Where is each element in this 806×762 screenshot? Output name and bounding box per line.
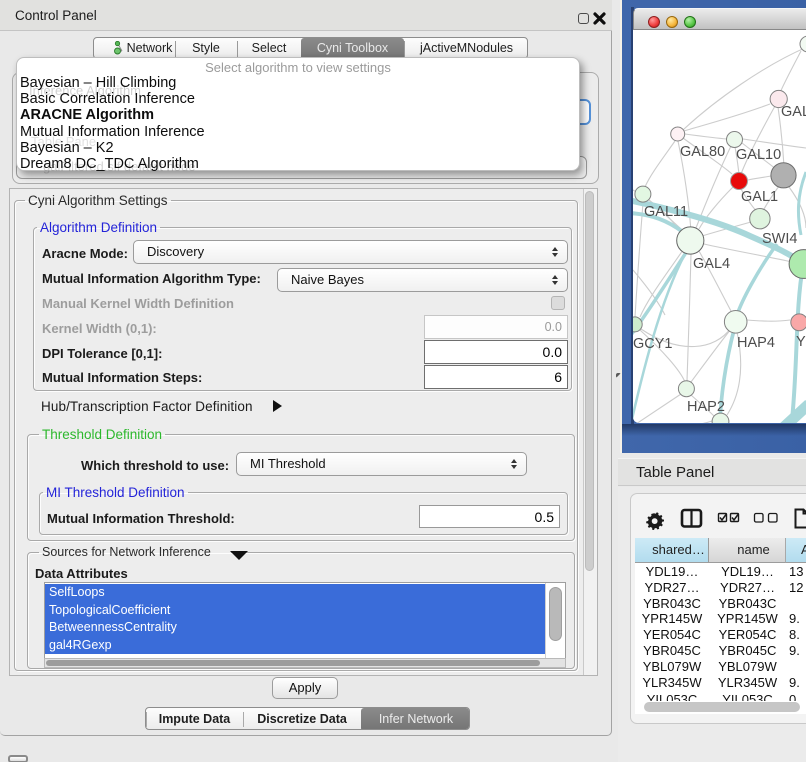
svg-text:GAL80: GAL80 [680,144,725,160]
svg-text:GCY1: GCY1 [633,336,673,352]
svg-text:GAL4: GAL4 [693,256,730,272]
svg-text:HAP4: HAP4 [737,335,775,351]
svg-text:HAP2: HAP2 [687,399,725,415]
svg-text:GAL11: GAL11 [644,204,688,220]
svg-text:GAL10: GAL10 [736,147,781,163]
svg-text:Y: Y [796,334,806,350]
svg-text:GAL1: GAL1 [741,189,778,205]
svg-text:GAL: GAL [781,104,806,120]
svg-text:SWI4: SWI4 [762,231,797,247]
